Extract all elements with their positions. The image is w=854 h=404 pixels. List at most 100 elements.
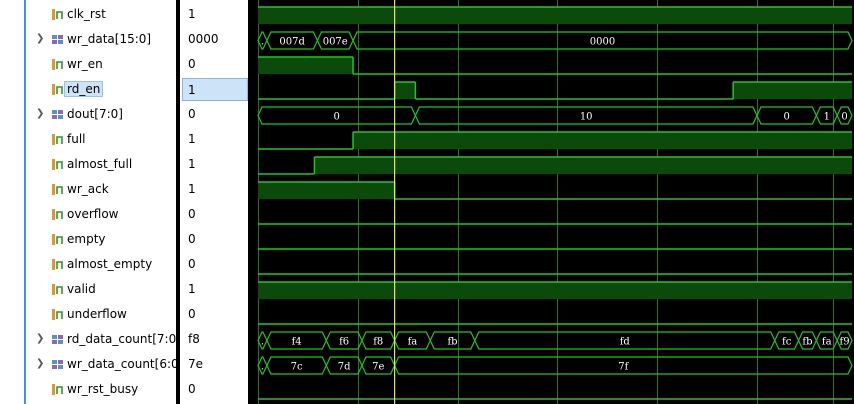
signal-row-valid[interactable]: valid (26, 277, 176, 302)
bit-signal-icon (52, 384, 63, 395)
bus-value-label: 10 (580, 112, 593, 123)
wave-fill (394, 82, 416, 99)
signal-value-text: 0 (188, 257, 196, 271)
signal-value-text: 0 (188, 382, 196, 396)
signal-value-text: 0 (188, 307, 196, 321)
signal-name-label: overflow (67, 207, 119, 221)
signal-value-cell[interactable]: 1 (180, 152, 248, 177)
bus-value-label: fb (447, 337, 457, 348)
signal-value-cell[interactable]: 1 (180, 277, 248, 302)
signal-value-text: 1 (188, 7, 196, 21)
signal-row-full[interactable]: full (26, 127, 176, 152)
signal-row-almost-empty[interactable]: almost_empty (26, 252, 176, 277)
signal-value-text: 1 (188, 282, 196, 296)
signal-value-text: 0 (188, 207, 196, 221)
signal-value-text: 0 (188, 107, 196, 121)
wave-fill (258, 57, 354, 74)
bus-value-label: 1 (824, 112, 830, 123)
bus-value-label: fc (782, 337, 792, 348)
bus-value-label: 7f (618, 362, 629, 373)
signal-value-cell[interactable]: 0 (180, 52, 248, 77)
bus-value-label: 007e (323, 37, 348, 48)
bit-signal-icon (52, 309, 63, 320)
bit-signal-icon (52, 234, 63, 245)
signal-value-text: 7e (188, 357, 204, 371)
bit-signal-icon (52, 59, 63, 70)
bus-value-label: . (261, 337, 264, 348)
signal-value-cell[interactable]: 0 (180, 302, 248, 327)
signal-value-cell[interactable]: 1 (180, 127, 248, 152)
bus-value-label: f6 (339, 337, 349, 348)
signal-value-cell[interactable]: 0 (180, 202, 248, 227)
bus-signal-icon (52, 335, 63, 344)
wave-fill (258, 7, 852, 24)
signal-row-wr-en[interactable]: wr_en (26, 52, 176, 77)
signal-value-cell[interactable]: 1 (180, 177, 248, 202)
signal-value-cell[interactable]: 1 (180, 2, 248, 27)
bus-value-label: 7c (291, 362, 303, 373)
signal-value-cell[interactable]: f8 (180, 327, 248, 352)
signal-value-text: 0 (188, 57, 196, 71)
signal-name-label: rd_en (63, 81, 104, 97)
signal-name-panel: clk_rst ❯ wr_data[15:0] wr_en rd_en ❯ dout[7:0… (0, 0, 183, 404)
wave-fill (258, 182, 395, 199)
signal-value-text: 0000 (188, 32, 219, 46)
bus-value-label: 0 (841, 112, 847, 123)
signal-row-overflow[interactable]: overflow (26, 202, 176, 227)
signal-value-text: 1 (188, 157, 196, 171)
signal-row-wr-data[interactable]: ❯ wr_data[15:0] (26, 27, 176, 52)
signal-value-text: 1 (188, 132, 196, 146)
signal-row-wr-data-count[interactable]: ❯ wr_data_count[6:0] (26, 352, 183, 377)
signal-row-wr-ack[interactable]: wr_ack (26, 177, 176, 202)
signal-name-label: full (67, 132, 86, 146)
signal-value-text: 1 (188, 83, 196, 97)
panel-left-strip (0, 0, 26, 404)
signal-value-cell[interactable]: 7e (180, 352, 248, 377)
signal-row-empty[interactable]: empty (26, 227, 176, 252)
expand-chevron-icon[interactable]: ❯ (36, 358, 44, 369)
bus-value-label: 7d (338, 362, 351, 373)
waveform-canvas[interactable]: . 007d 007e 00000 10 0 1 0. f4 f6 f8 fa fb fd fc fb fa f9… (256, 0, 854, 404)
bus-value-label: . (261, 37, 264, 48)
signal-value-cell[interactable]: 0 (180, 227, 248, 252)
bus-value-label: 0 (334, 112, 340, 123)
wave-fill (258, 282, 852, 299)
bus-value-label: fd (620, 337, 631, 348)
signal-name-label: wr_data[15:0] (67, 32, 152, 46)
signal-value-text: f8 (188, 332, 200, 346)
bus-value-label: f4 (292, 337, 302, 348)
signal-value-cell[interactable]: 0 (180, 252, 248, 277)
signal-name-label: underflow (67, 307, 127, 321)
bus-value-label: fa (408, 337, 418, 348)
expand-chevron-icon[interactable]: ❯ (36, 108, 44, 119)
signal-value-cell[interactable]: 0000 (180, 27, 248, 52)
bus-value-label: f9 (840, 337, 850, 348)
bus-signal-icon (52, 360, 63, 369)
bus-value-label: f8 (373, 337, 383, 348)
bit-signal-icon (52, 9, 63, 20)
expand-chevron-icon[interactable]: ❯ (36, 333, 44, 344)
signal-value-text: 1 (188, 182, 196, 196)
signal-row-clk-rst[interactable]: clk_rst (26, 2, 176, 27)
signal-value-cell[interactable]: 0 (180, 102, 248, 127)
signal-row-underflow[interactable]: underflow (26, 302, 176, 327)
expand-chevron-icon[interactable]: ❯ (36, 33, 44, 44)
signal-name-label: wr_ack (67, 182, 109, 196)
bus-value-label: 7e (372, 362, 384, 373)
signal-name-label: empty (67, 232, 106, 246)
wave-fill (353, 132, 852, 149)
bus-value-label: fb (802, 337, 812, 348)
signal-name-label: wr_en (67, 57, 103, 71)
signal-row-rd-data-count[interactable]: ❯ rd_data_count[7:0] (26, 327, 181, 352)
signal-row-almost-full[interactable]: almost_full (26, 152, 176, 177)
signal-value-cell[interactable]: 0 (180, 377, 248, 402)
signal-name-label: almost_full (67, 157, 133, 171)
signal-name-label: dout[7:0] (67, 107, 123, 121)
panel-divider[interactable] (248, 0, 256, 404)
bus-value-label: . (261, 362, 264, 373)
signal-row-rd-en[interactable]: rd_en (26, 77, 176, 102)
signal-row-dout[interactable]: ❯ dout[7:0] (26, 102, 176, 127)
signal-row-wr-rst-busy[interactable]: wr_rst_busy (26, 377, 176, 402)
bus-value-label: 0 (783, 112, 789, 123)
signal-value-cell[interactable]: 1 (182, 78, 248, 101)
